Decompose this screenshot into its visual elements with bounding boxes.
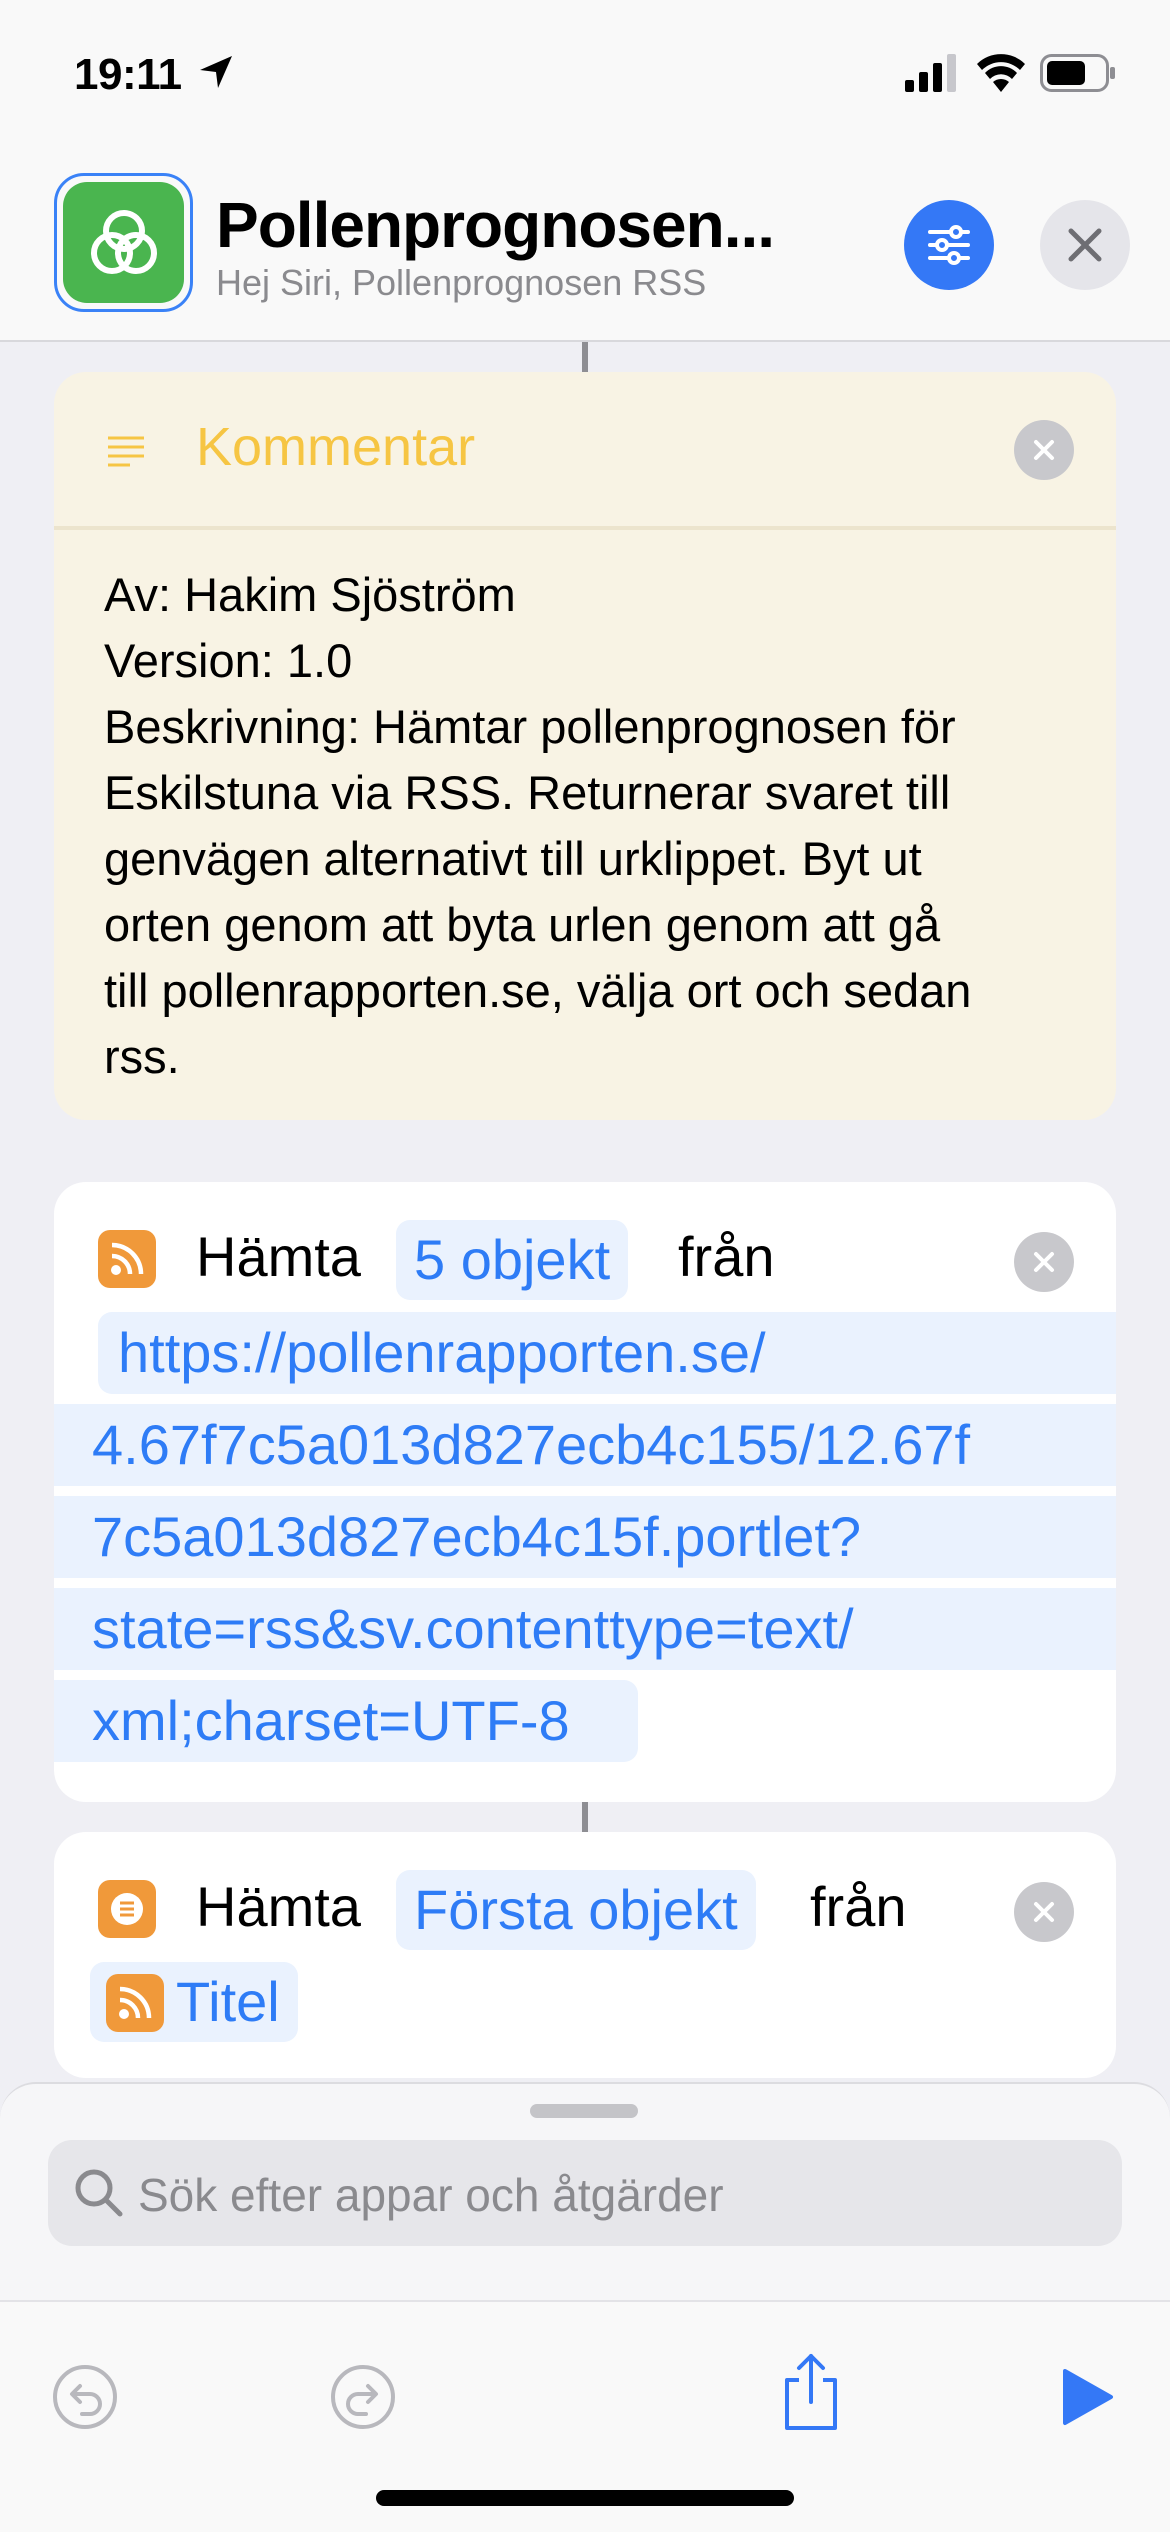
url-token-line[interactable]: 4.67f7c5a013d827ecb4c155/12.67f [54,1404,1116,1486]
search-placeholder: Sök efter appar och åtgärder [138,2169,724,2221]
play-icon [1063,2369,1113,2425]
close-button[interactable] [1040,200,1130,290]
search-input[interactable]: Sök efter appar och åtgärder [48,2140,1122,2246]
comment-title: Kommentar [196,417,476,477]
remove-action-button[interactable] [1014,1232,1074,1292]
search-icon [75,2169,123,2217]
comment-line: Eskilstuna via RSS. Returnerar svaret ti… [104,766,951,819]
close-icon [1034,440,1054,460]
shortcut-title[interactable]: Pollenprognosen... [216,188,775,262]
close-icon [1068,228,1102,262]
comment-line: orten genom att byta urlen genom att gå [104,898,941,951]
close-icon [1034,1902,1054,1922]
comment-line: genvägen alternativt till urklippet. Byt… [104,832,922,885]
shortcut-header: Pollenprognosen... Hej Siri, Pollenprogn… [0,150,1170,342]
url-token-line[interactable]: https://pollenrapporten.se/ [98,1312,1116,1394]
url-token-line[interactable]: xml;charset=UTF-8 [54,1680,638,1762]
list-icon [98,1880,156,1938]
action-preposition: från [678,1225,775,1288]
share-button[interactable] [776,2350,846,2434]
action-search-sheet: Sök efter appar och åtgärder [0,2082,1170,2532]
rss-icon [106,1974,164,2032]
close-icon [1034,1252,1054,1272]
run-button[interactable] [1058,2364,1118,2430]
comment-line: Beskrivning: Hämtar pollenprognosen för [104,700,956,753]
undo-icon [53,2365,117,2429]
redo-icon [331,2365,395,2429]
home-indicator[interactable] [376,2490,794,2506]
flow-connector [582,1802,588,1832]
sheet-grabber[interactable] [530,2104,638,2118]
status-time: 19:11 [74,50,182,99]
action-verb: Hämta [196,1225,361,1288]
comment-header: Kommentar [54,372,1116,530]
remove-action-button[interactable] [1014,420,1074,480]
url-token-line[interactable]: state=rss&sv.contenttype=text/ [54,1588,1116,1670]
status-bar: 19:11 [0,0,1170,150]
flow-connector [582,342,588,372]
shortcut-glyph-icon [63,182,184,303]
get-item-from-list-action-card[interactable]: Hämta Första objekt från Titel [54,1832,1116,2078]
item-selector-token[interactable]: Första objekt [396,1870,756,1950]
comment-line: till pollenrapporten.se, välja ort och s… [104,964,972,1017]
redo-button[interactable] [328,2362,398,2432]
comment-line: Version: 1.0 [104,634,353,687]
undo-button[interactable] [50,2362,120,2432]
details-button[interactable] [904,200,994,290]
comment-action-card[interactable]: Kommentar Av: Hakim Sjöström Version: 1.… [54,372,1116,1120]
location-arrow-icon [200,56,232,88]
action-verb: Hämta [196,1875,361,1938]
remove-action-button[interactable] [1014,1882,1074,1942]
variable-label: Titel [176,1970,280,2033]
cellular-signal-icon [905,54,956,92]
wifi-icon [977,54,1025,92]
shortcut-icon-button[interactable] [54,173,193,312]
action-preposition: från [810,1875,907,1938]
rss-icon [98,1230,156,1288]
comment-line: Av: Hakim Sjöström [104,568,516,621]
battery-icon [1040,54,1115,92]
text-lines-icon [108,436,144,467]
item-count-token[interactable]: 5 objekt [396,1220,629,1300]
sliders-icon [928,225,970,265]
get-rss-action-card[interactable]: Hämta 5 objekt från https://pollenrappor… [54,1182,1116,1802]
shortcut-siri-phrase: Hej Siri, Pollenprognosen RSS [216,262,707,303]
share-icon [785,2354,837,2430]
url-token-line[interactable]: 7c5a013d827ecb4c15f.portlet? [54,1496,1116,1578]
comment-line: rss. [104,1030,180,1083]
comment-text-area[interactable]: Av: Hakim Sjöström Version: 1.0 Beskrivn… [54,530,1116,1090]
